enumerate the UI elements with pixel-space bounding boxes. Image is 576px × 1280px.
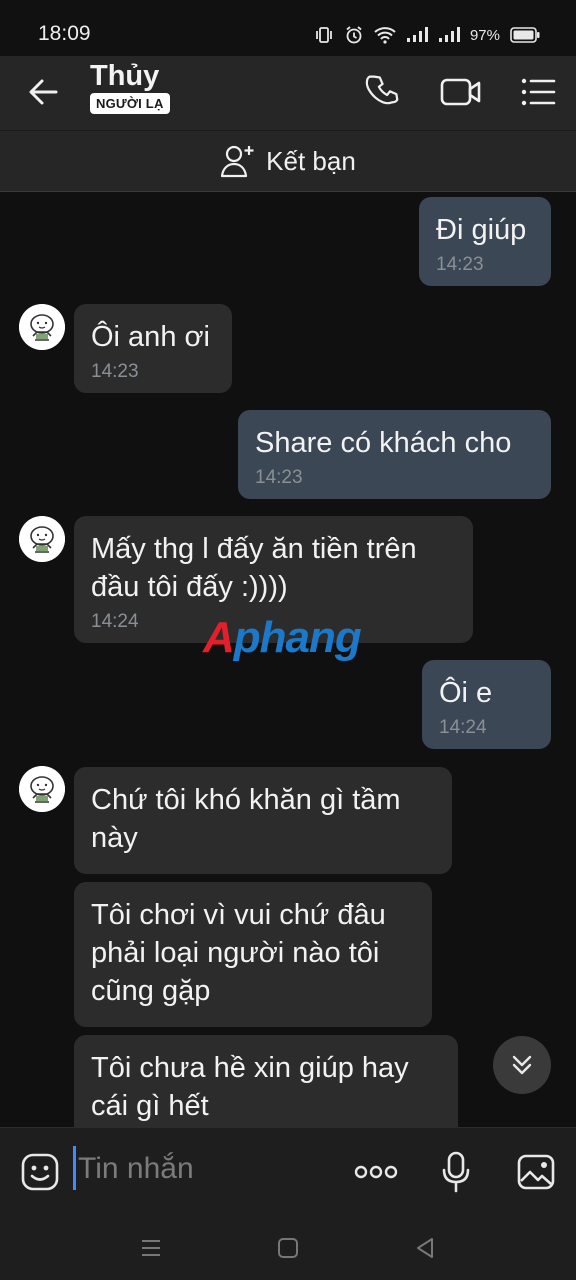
battery-icon [510,27,540,43]
more-options-button[interactable] [352,1148,400,1196]
message-text-line: phải loại người nào tôi [91,937,380,969]
wifi-icon [374,27,396,44]
add-friend-label: Kết bạn [266,145,356,176]
vibrate-icon [316,27,332,43]
message-text-line: Mấy thg l đấy ăn tiền trên [91,533,417,565]
arrow-left-icon [29,79,58,105]
back-nav-button[interactable] [408,1231,442,1265]
add-user-icon [221,145,254,178]
send-image-button[interactable] [512,1148,560,1196]
battery-percent: 97% [469,26,500,44]
back-button[interactable] [22,70,66,114]
message-list[interactable]: Đi giúp 14:23 Ôi anh ơi 14:23 Share có k… [0,193,576,1127]
message-text-line: cái gì hết [91,1090,209,1122]
avatar[interactable] [19,516,65,562]
home-icon [278,1238,298,1258]
image-icon [517,1154,555,1190]
message-time: 14:24 [439,717,487,738]
message-bubble-incoming[interactable]: Tôi chưa hề xin giúp hay cái gì hết [74,1035,458,1127]
system-navigation-bar [0,1217,576,1280]
message-composer [0,1127,576,1217]
message-bubble-incoming[interactable]: Tôi chơi vì vui chứ đâu phải loại người … [74,882,432,1027]
status-time: 18:09 [38,22,91,45]
message-time: 14:23 [436,254,484,275]
signal-icon-2 [438,27,460,42]
signal-icon [406,27,428,42]
call-button[interactable] [360,68,408,116]
message-text: Share có khách cho [255,427,512,459]
microphone-icon [442,1151,470,1193]
message-time: 14:23 [91,361,139,382]
message-bubble-outgoing[interactable]: Đi giúp 14:23 [419,197,551,286]
phone-icon [365,75,399,105]
stranger-badge: NGƯỜI LẠ [90,93,170,114]
home-button[interactable] [271,1231,305,1265]
sticker-avatar-icon [19,766,65,812]
message-text-line: Chứ tôi khó khăn gì tầm [91,784,401,816]
video-call-button[interactable] [437,68,485,116]
scroll-to-bottom-button[interactable] [493,1036,551,1094]
message-text-line: này [91,822,138,854]
menu-button[interactable] [514,68,562,116]
message-text: Đi giúp [436,214,527,246]
video-camera-icon [440,78,481,106]
emoji-button[interactable] [16,1148,64,1196]
message-bubble-outgoing[interactable]: Share có khách cho 14:23 [238,410,551,499]
message-text-line: Tôi chơi vì vui chứ đâu [91,899,386,931]
message-text-line: cũng gặp [91,975,211,1007]
sticker-avatar-icon [19,304,65,350]
voice-message-button[interactable] [432,1148,480,1196]
message-bubble-incoming[interactable]: Chứ tôi khó khăn gì tầm này [74,767,452,874]
message-time: 14:23 [255,467,303,488]
alarm-icon [346,26,362,44]
more-dots-icon [354,1165,398,1179]
double-chevron-down-icon [512,1055,532,1075]
add-friend-button[interactable]: Kết bạn [0,130,576,192]
message-text: Ôi e [439,677,493,709]
emoji-icon [21,1153,59,1191]
message-text: Ôi anh ơi [91,321,210,353]
message-text-line: Tôi chưa hề xin giúp hay [91,1052,409,1084]
text-cursor [73,1146,76,1190]
avatar[interactable] [19,304,65,350]
chat-header: Thủy NGƯỜI LẠ [0,56,576,130]
back-triangle-icon [417,1238,433,1258]
recents-icon [142,1240,160,1256]
recents-button[interactable] [134,1231,168,1265]
status-icons: 97% [314,22,540,48]
watermark-logo: Aphang [203,613,362,662]
sticker-avatar-icon [19,516,65,562]
message-text-line: đầu tôi đấy :)))) [91,571,288,603]
list-menu-icon [521,78,556,106]
contact-name[interactable]: Thủy [90,60,159,93]
message-bubble-outgoing[interactable]: Ôi e 14:24 [422,660,551,749]
message-input[interactable] [78,1148,338,1190]
avatar[interactable] [19,766,65,812]
message-bubble-incoming[interactable]: Ôi anh ơi 14:23 [74,304,232,393]
